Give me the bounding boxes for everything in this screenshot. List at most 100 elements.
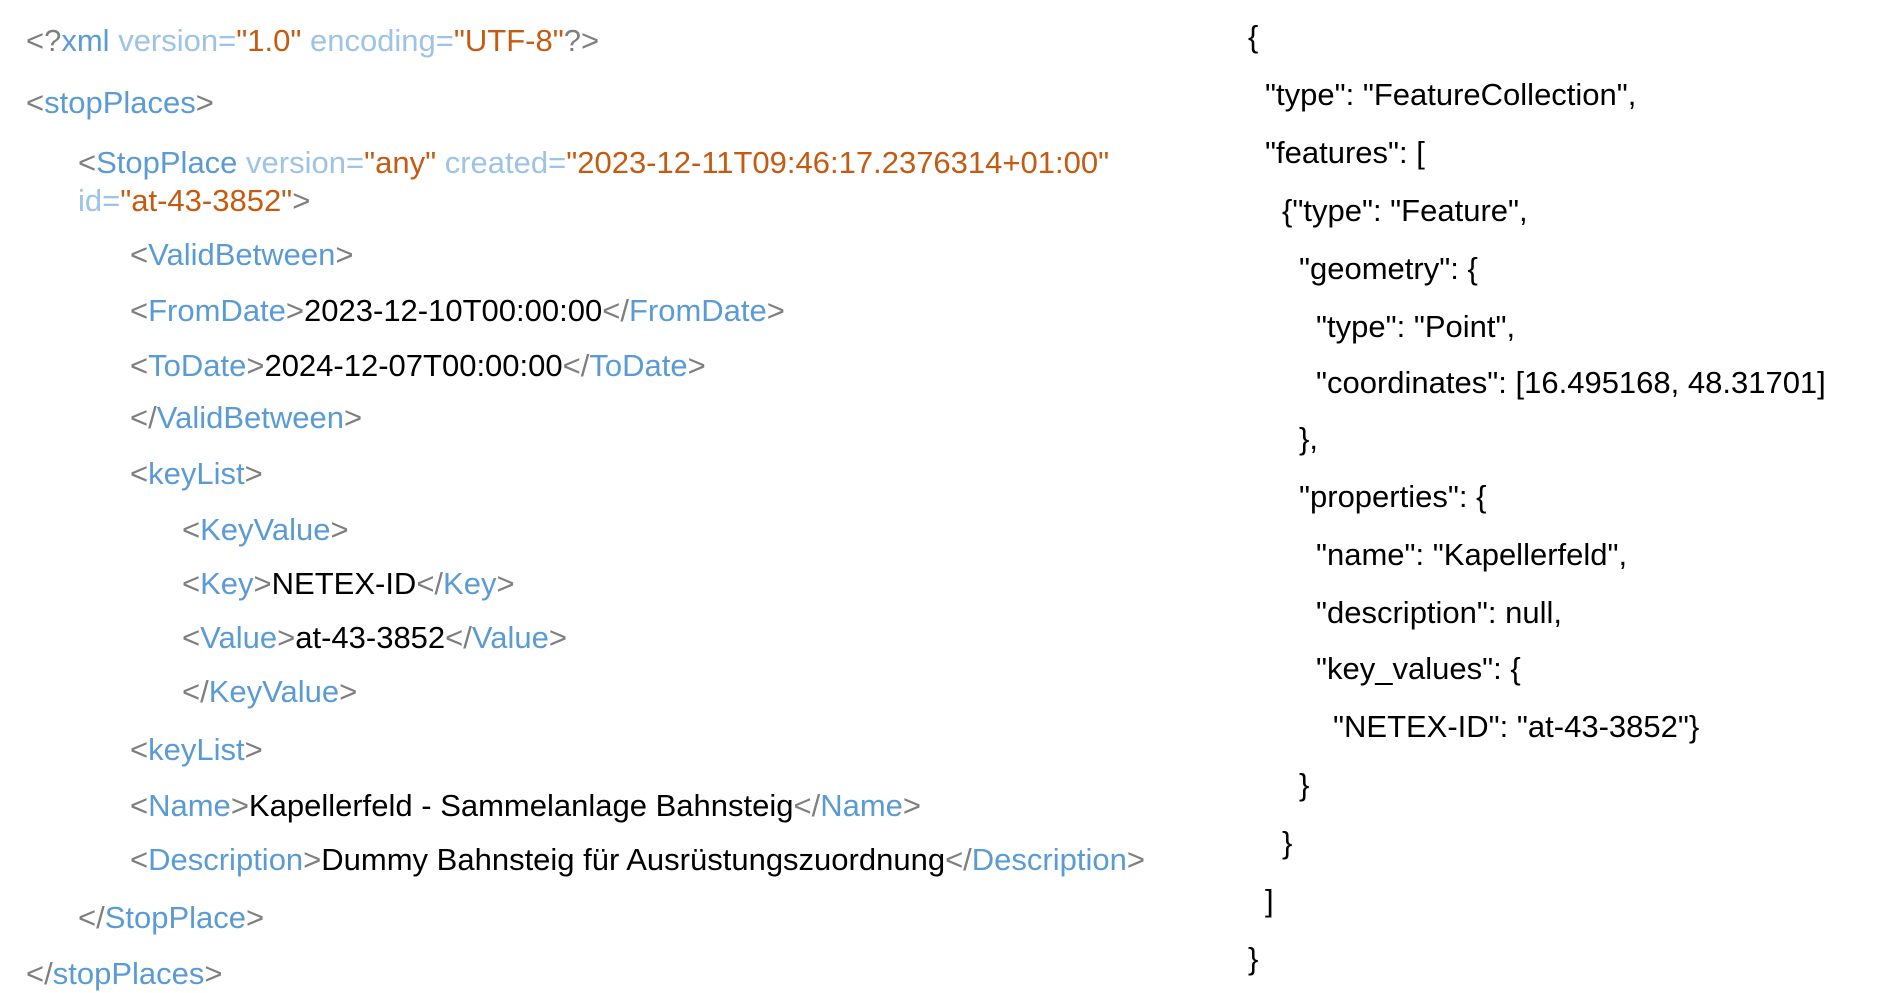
json-line: "type": "FeatureCollection",: [1265, 77, 1637, 112]
xml-token: id=: [78, 183, 121, 218]
xml-line: id="at-43-3852">: [78, 182, 310, 220]
xml-token: >: [246, 348, 265, 383]
xml-token: NETEX-ID: [271, 566, 417, 601]
xml-token: >: [246, 900, 265, 935]
json-line: "geometry": {: [1299, 251, 1478, 286]
xml-token: <: [130, 348, 149, 383]
xml-token: stopPlaces: [44, 85, 196, 120]
xml-line: </stopPlaces>: [26, 955, 222, 993]
xml-token: KeyValue: [208, 674, 340, 709]
json-line: "description": null,: [1316, 595, 1563, 630]
xml-token: ValidBetween: [148, 237, 336, 272]
json-line: "features": [: [1265, 135, 1425, 170]
xml-token: FromDate: [628, 293, 767, 328]
xml-token: Key: [443, 566, 497, 601]
xml-token: >: [277, 620, 296, 655]
xml-token: </: [26, 956, 53, 991]
xml-token: version=: [109, 23, 237, 58]
xml-token: </: [945, 842, 972, 877]
json-line: "name": "Kapellerfeld",: [1316, 537, 1628, 572]
xml-token: >: [195, 85, 214, 120]
xml-token: >: [1126, 842, 1145, 877]
xml-line: <StopPlace version="any" created="2023-1…: [78, 144, 1109, 182]
xml-token: 2024-12-07T00:00:00: [264, 348, 563, 383]
xml-token: >: [766, 293, 785, 328]
xml-token: >: [285, 293, 305, 328]
xml-token: at-43-3852: [295, 620, 446, 655]
xml-token: StopPlace: [96, 145, 238, 180]
xml-line: <Key>NETEX-ID</Key>: [182, 565, 515, 603]
xml-token: created=: [436, 145, 567, 180]
xml-token: FromDate: [148, 293, 286, 328]
xml-token: ToDate: [589, 348, 688, 383]
xml-line: <Name>Kapellerfeld - Sammelanlage Bahnst…: [130, 787, 921, 825]
xml-token: <: [182, 566, 201, 601]
xml-token: <: [130, 788, 149, 823]
xml-token: >: [303, 842, 322, 877]
xml-token: <: [130, 456, 149, 491]
xml-line: <FromDate>2023-12-10T00:00:00</FromDate>: [130, 292, 785, 330]
xml-line: <ToDate>2024-12-07T00:00:00</ToDate>: [130, 347, 706, 385]
xml-line: </KeyValue>: [182, 673, 357, 711]
xml-token: Kapellerfeld - Sammelanlage Bahnsteig: [248, 788, 794, 823]
xml-line: <keyList>: [130, 731, 263, 769]
xml-token: Description: [148, 842, 304, 877]
xml-token: encoding=: [301, 23, 454, 58]
json-line: ]: [1265, 883, 1274, 918]
xml-token: >: [204, 956, 223, 991]
xml-token: <: [130, 732, 149, 767]
xml-token: <: [130, 293, 149, 328]
xml-token: >: [496, 566, 515, 601]
xml-line: <?xml version="1.0" encoding="UTF-8"?>: [26, 22, 599, 60]
json-line: "coordinates": [16.495168, 48.31701]: [1316, 365, 1826, 400]
xml-token: Value: [471, 620, 549, 655]
xml-token: <: [26, 85, 45, 120]
xml-token: Name: [148, 788, 231, 823]
json-line: }: [1248, 941, 1259, 976]
xml-token: Value: [200, 620, 278, 655]
xml-token: >: [548, 620, 567, 655]
xml-token: </: [445, 620, 472, 655]
xml-line: <keyList>: [130, 455, 263, 493]
xml-token: <: [130, 842, 149, 877]
xml-token: xml: [61, 23, 110, 58]
json-line: },: [1299, 421, 1318, 456]
xml-token: "any": [364, 145, 437, 180]
xml-token: </: [562, 348, 590, 383]
json-line: "key_values": {: [1316, 651, 1521, 686]
xml-token: KeyValue: [200, 512, 331, 547]
xml-token: >: [335, 237, 354, 272]
xml-token: Description: [971, 842, 1127, 877]
xml-token: version=: [237, 145, 365, 180]
xml-line: <stopPlaces>: [26, 84, 214, 122]
xml-token: <: [130, 237, 149, 272]
xml-token: >: [244, 732, 263, 767]
json-line: {"type": "Feature",: [1282, 193, 1528, 228]
xml-token: keyList: [148, 456, 245, 491]
json-line: "NETEX-ID": "at-43-3852"}: [1333, 709, 1700, 744]
xml-token: >: [244, 456, 263, 491]
xml-token: >: [687, 348, 706, 383]
xml-token: <: [78, 145, 97, 180]
xml-token: </: [602, 293, 629, 328]
xml-token: "2023-12-11T09:46:17.2376314+01:00": [566, 145, 1110, 180]
xml-token: >: [230, 788, 249, 823]
xml-line: <KeyValue>: [182, 511, 349, 549]
xml-token: Name: [820, 788, 903, 823]
xml-line: </StopPlace>: [78, 899, 264, 937]
xml-token: ValidBetween: [156, 400, 344, 435]
xml-token: "UTF-8": [453, 23, 564, 58]
xml-token: "at-43-3852": [120, 183, 293, 218]
xml-token: <: [182, 512, 201, 547]
xml-token: >: [902, 788, 921, 823]
xml-token: <: [182, 620, 201, 655]
xml-token: Key: [200, 566, 254, 601]
json-line: }: [1299, 767, 1310, 802]
xml-token: >: [292, 183, 311, 218]
xml-token: stopPlaces: [52, 956, 205, 991]
xml-token: keyList: [148, 732, 245, 767]
xml-token: StopPlace: [104, 900, 247, 935]
xml-token: ToDate: [148, 348, 247, 383]
xml-token: >: [330, 512, 349, 547]
xml-token: >: [253, 566, 272, 601]
